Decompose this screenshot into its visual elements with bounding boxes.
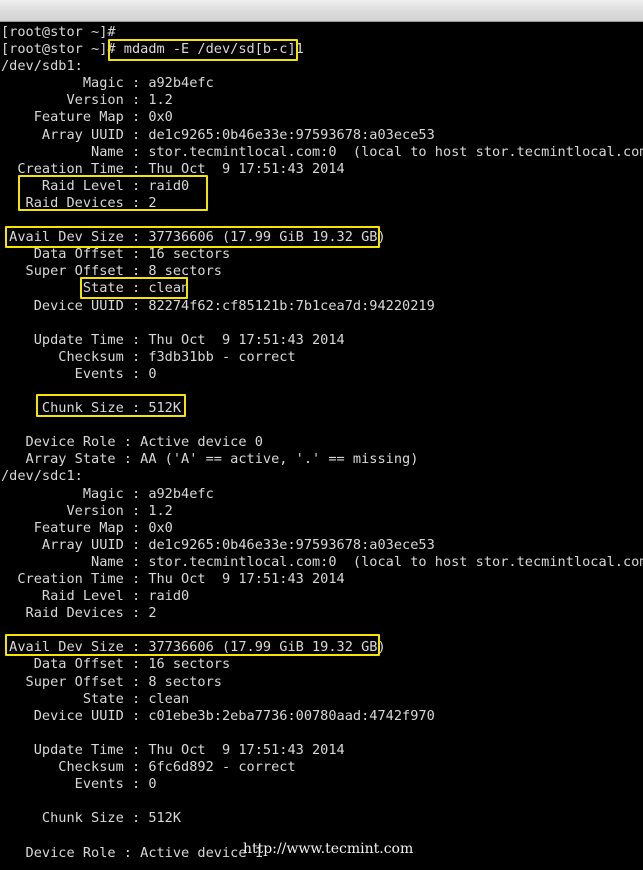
terminal-line: Chunk Size : 512K	[1, 810, 182, 827]
terminal-line: Chunk Size : 512K	[1, 400, 182, 417]
terminal-line: Update Time : Thu Oct 9 17:51:43 2014	[1, 331, 345, 348]
terminal-line: Array UUID : de1c9265:0b46e33e:97593678:…	[1, 126, 435, 143]
terminal-line: Device UUID : 82274f62:cf85121b:7b1cea7d…	[1, 297, 435, 314]
terminal-line: State : clean	[1, 280, 190, 297]
terminal-line: Checksum : 6fc6d892 - correct	[1, 759, 296, 776]
terminal-line: Name : stor.tecmintlocal.com:0 (local to…	[1, 553, 643, 570]
terminal-line: Magic : a92b4efc	[1, 485, 214, 502]
terminal-line: Version : 1.2	[1, 502, 173, 519]
terminal-line: Device UUID : c01ebe3b:2eba7736:00780aad…	[1, 707, 435, 724]
terminal-line: State : clean	[1, 690, 190, 707]
terminal-line: Device Role : Active device 0	[1, 434, 263, 451]
terminal-line: Feature Map : 0x0	[1, 519, 173, 536]
terminal-lines: [root@stor ~]# [root@stor ~]# mdadm -E /d…	[0, 24, 643, 862]
terminal-line: Super Offset : 8 sectors	[1, 263, 222, 280]
terminal-line: Avail Dev Size : 37736606 (17.99 GiB 19.…	[1, 229, 386, 246]
terminal-line: [root@stor ~]#	[1, 24, 116, 40]
terminal-line: Raid Devices : 2	[1, 194, 157, 211]
terminal-line: Data Offset : 16 sectors	[1, 246, 231, 263]
terminal-line: Creation Time : Thu Oct 9 17:51:43 2014	[1, 571, 345, 587]
terminal-line: Version : 1.2	[1, 92, 173, 109]
terminal-line: Feature Map : 0x0	[1, 109, 173, 126]
terminal-line: Array State : AA ('A' == active, '.' == …	[1, 451, 419, 468]
terminal-line: Creation Time : Thu Oct 9 17:51:43 2014	[1, 160, 345, 177]
tecmint-watermark: http://www.tecmint.com	[243, 841, 414, 857]
terminal-line: Events : 0	[1, 365, 157, 382]
terminal-line: Name : stor.tecmintlocal.com:0 (local to…	[1, 143, 643, 160]
terminal-line: Avail Dev Size : 37736606 (17.99 GiB 19.…	[1, 639, 386, 656]
terminal-line: Update Time : Thu Oct 9 17:51:43 2014	[1, 741, 345, 758]
terminal-line: Array UUID : de1c9265:0b46e33e:97593678:…	[1, 536, 435, 553]
terminal-line: /dev/sdc1:	[1, 468, 83, 485]
terminal-line: Raid Level : raid0	[1, 588, 190, 605]
window-titlebar	[0, 0, 643, 22]
terminal-line: Magic : a92b4efc	[1, 75, 214, 92]
terminal-line: Super Offset : 8 sectors	[1, 673, 222, 690]
terminal-window: [root@stor ~]# [root@stor ~]# mdadm -E /d…	[0, 0, 643, 870]
terminal-line: Events : 0	[1, 776, 157, 793]
terminal-line: Data Offset : 16 sectors	[1, 656, 231, 673]
terminal-line: /dev/sdb1:	[1, 58, 83, 75]
terminal-line: Raid Devices : 2	[1, 605, 157, 622]
terminal-line: [root@stor ~]# mdadm -E /dev/sd[b-c]1	[1, 41, 304, 58]
terminal-line: Raid Level : raid0	[1, 177, 190, 194]
terminal-output-area[interactable]: [root@stor ~]# [root@stor ~]# mdadm -E /d…	[0, 22, 643, 870]
terminal-line: Checksum : f3db31bb - correct	[1, 348, 296, 365]
